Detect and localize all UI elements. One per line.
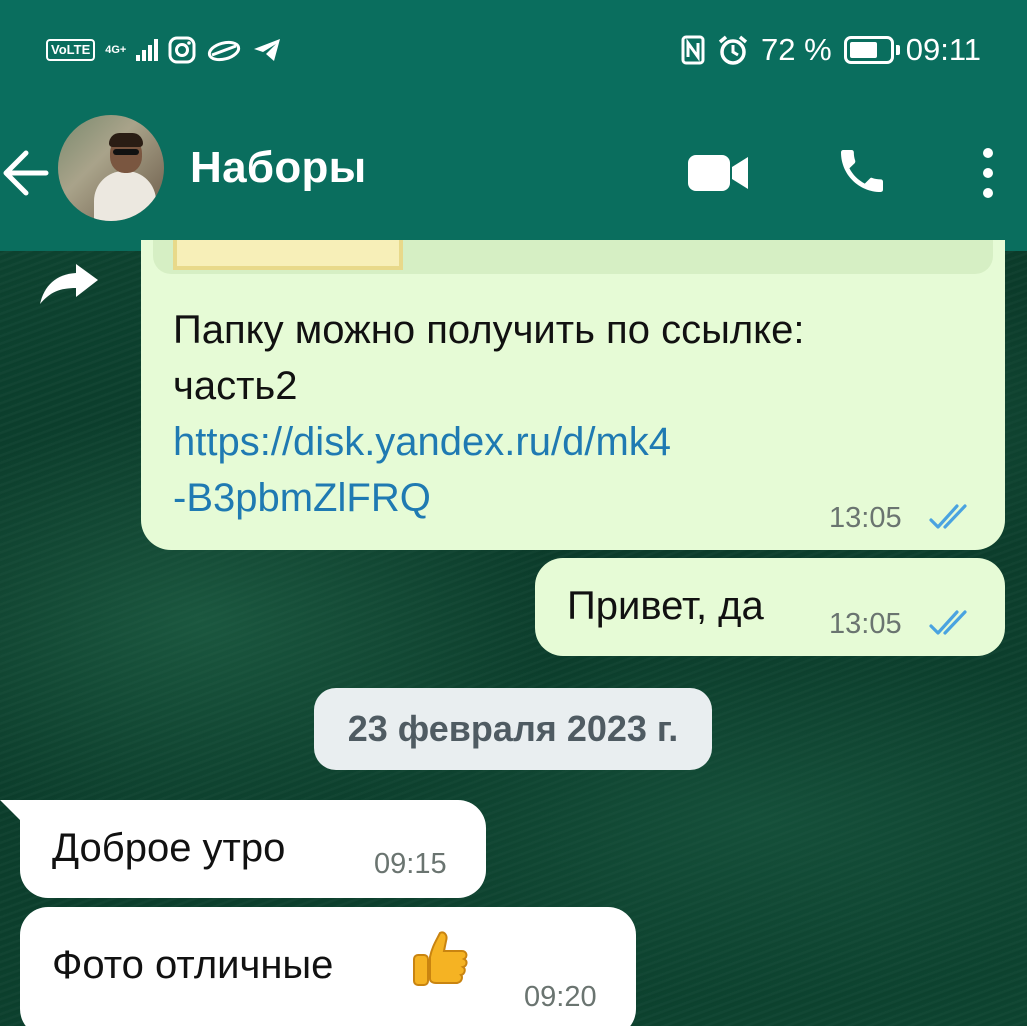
message-time: 13:05 (829, 608, 902, 640)
message-text: Доброе утро (52, 826, 286, 870)
message-bubble-incoming[interactable]: Доброе утро 09:15 (20, 800, 486, 898)
link-preview[interactable] (153, 240, 993, 274)
message-text: Привет, да (567, 584, 764, 628)
video-call-icon[interactable] (686, 153, 750, 193)
status-bar: VoLTE 4G+ 72 % 09:11 (0, 0, 1027, 105)
link-preview-thumbnail (173, 240, 403, 270)
thumbs-up-icon (410, 929, 470, 993)
cloud-icon (206, 38, 242, 62)
message-text: Фото отличные (52, 943, 334, 987)
message-time: 13:05 (829, 502, 902, 534)
alarm-icon (717, 34, 749, 66)
message-text: часть2 (173, 364, 298, 408)
message-bubble-outgoing[interactable]: Папку можно получить по ссылке: часть2 h… (141, 240, 1005, 550)
status-time: 09:11 (905, 32, 981, 67)
avatar[interactable] (58, 115, 164, 221)
back-arrow-icon[interactable] (0, 143, 56, 203)
chat-header: Наборы (0, 105, 1027, 251)
more-vert-icon[interactable] (976, 145, 1000, 201)
nfc-icon (681, 35, 705, 65)
message-time: 09:20 (524, 981, 597, 1013)
read-ticks-icon (929, 502, 975, 532)
read-ticks-icon (929, 608, 975, 638)
message-link[interactable]: https://disk.yandex.ru/d/mk4 (173, 414, 671, 470)
message-time: 09:15 (374, 848, 447, 880)
phone-icon[interactable] (834, 143, 890, 199)
instagram-icon (168, 36, 196, 64)
forward-icon[interactable] (38, 262, 102, 306)
signal-icon (136, 39, 159, 61)
contact-name[interactable]: Наборы (190, 143, 367, 193)
telegram-icon (252, 37, 282, 63)
battery-percent: 72 % (761, 32, 832, 67)
network-type: 4G+ (105, 43, 127, 56)
message-text: Папку можно получить по ссылке: (173, 308, 805, 352)
message-bubble-incoming[interactable]: Фото отличные 09:20 (20, 907, 636, 1026)
battery-icon (843, 36, 900, 64)
message-link[interactable]: -B3pbmZlFRQ (173, 470, 431, 526)
message-bubble-outgoing[interactable]: Привет, да 13:05 (535, 558, 1005, 656)
date-separator: 23 февраля 2023 г. (314, 688, 712, 770)
volte-badge: VoLTE (46, 39, 96, 61)
